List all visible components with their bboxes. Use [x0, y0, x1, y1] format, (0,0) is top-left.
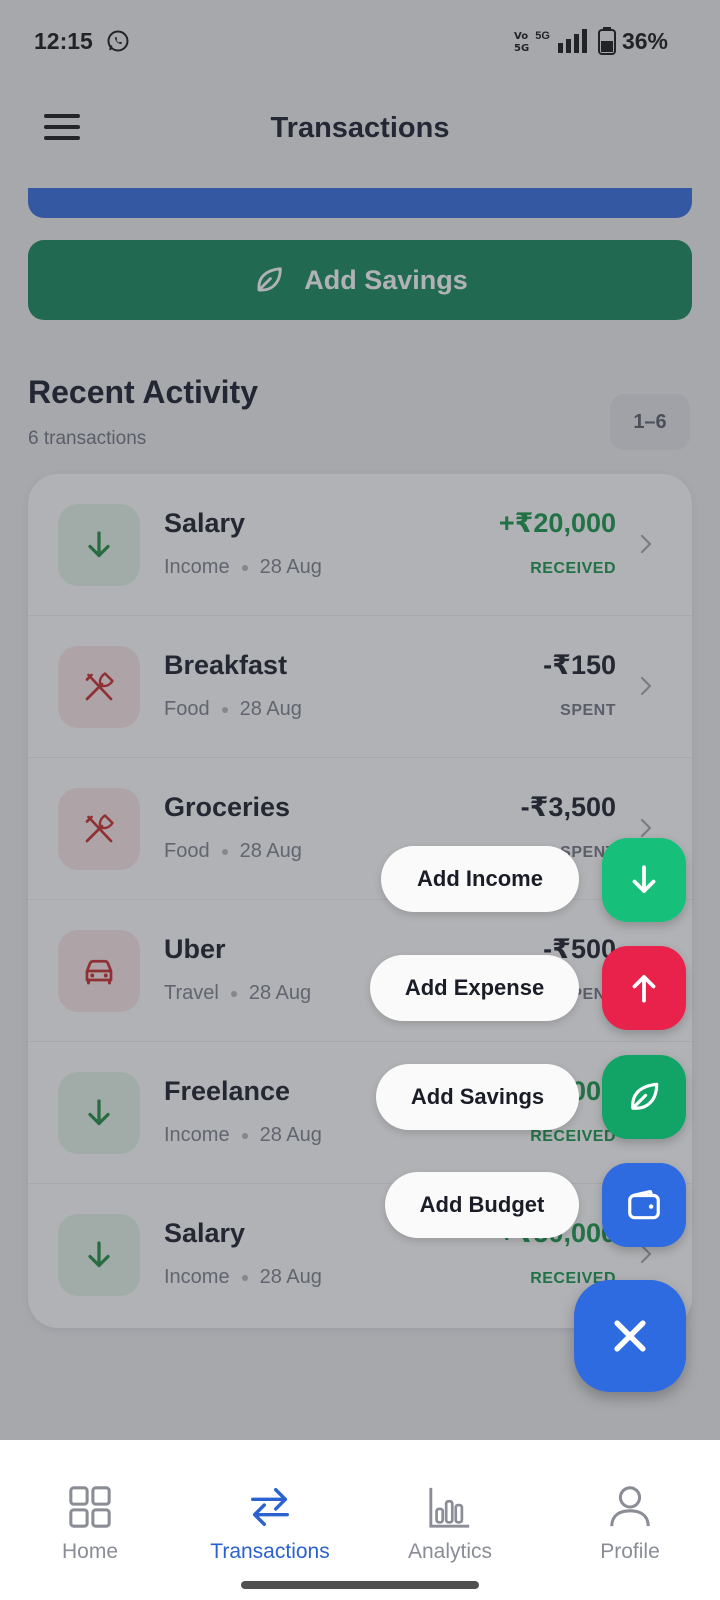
nav-profile-label: Profile	[600, 1540, 660, 1563]
nav-transactions[interactable]: Transactions	[180, 1440, 360, 1570]
nav-home[interactable]: Home	[0, 1440, 180, 1570]
leaf-icon	[631, 1082, 659, 1110]
swap-arrows-icon	[251, 1488, 289, 1526]
wallet-icon	[628, 1189, 660, 1220]
grid-icon	[69, 1486, 111, 1528]
home-indicator[interactable]	[241, 1581, 479, 1589]
add-expense-label-button[interactable]: Add Expense	[370, 955, 579, 1021]
nav-home-label: Home	[61, 1540, 119, 1563]
nav-transactions-label: Transactions	[210, 1540, 330, 1563]
bottom-navigation: Home Transactions Analytics Profile	[0, 1440, 720, 1600]
close-icon	[614, 1320, 646, 1352]
add-income-label-button[interactable]: Add Income	[381, 846, 579, 912]
user-icon	[610, 1486, 650, 1527]
nav-analytics[interactable]: Analytics	[360, 1440, 540, 1570]
add-budget-fab[interactable]	[602, 1163, 686, 1247]
bar-chart-icon	[429, 1487, 470, 1528]
add-savings-fab[interactable]	[602, 1055, 686, 1139]
nav-profile[interactable]: Profile	[540, 1440, 720, 1570]
add-budget-label-button[interactable]: Add Budget	[385, 1172, 579, 1238]
add-expense-fab[interactable]	[602, 946, 686, 1030]
add-savings-label-button[interactable]: Add Savings	[376, 1064, 579, 1130]
add-income-fab[interactable]	[602, 838, 686, 922]
close-fab-button[interactable]	[574, 1280, 686, 1392]
arrow-up-icon	[632, 975, 656, 1003]
nav-analytics-label: Analytics	[407, 1540, 493, 1563]
arrow-down-icon	[632, 865, 656, 893]
